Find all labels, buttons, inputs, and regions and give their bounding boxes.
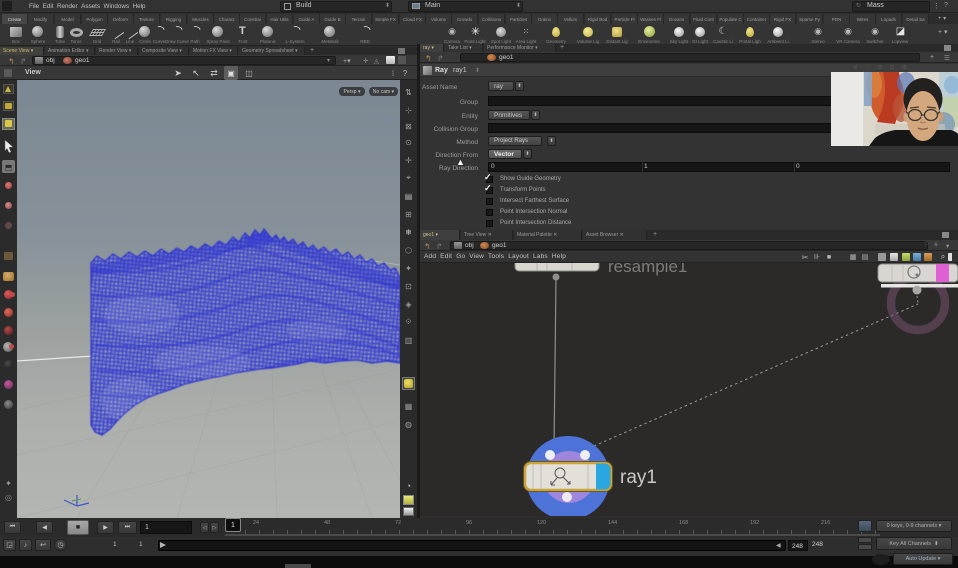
svg-text:resample1: resample1: [608, 263, 687, 276]
svg-text:ray1: ray1: [620, 467, 657, 488]
